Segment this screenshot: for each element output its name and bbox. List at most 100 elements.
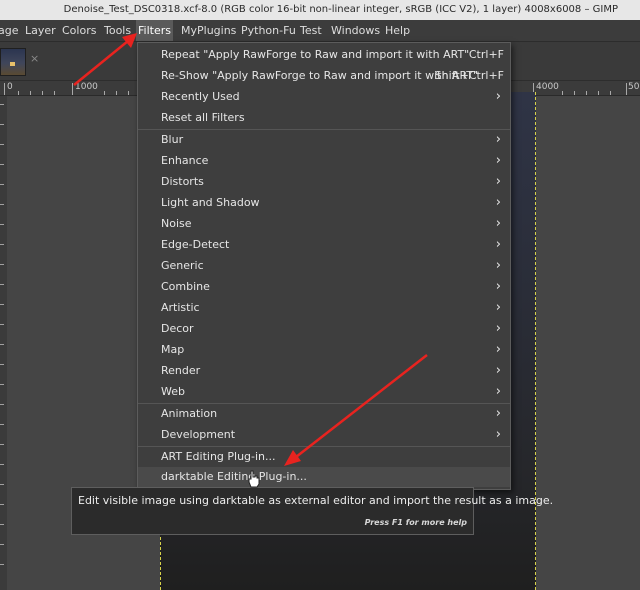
submenu-arrow-icon: › xyxy=(495,216,501,231)
menu-item-generic[interactable]: Generic › xyxy=(138,256,510,276)
ruler-label-5000: 50 xyxy=(628,82,640,92)
submenu-arrow-icon: › xyxy=(495,174,501,189)
ruler-tick xyxy=(0,324,4,325)
ruler-tick xyxy=(0,144,4,145)
menu-item-distorts[interactable]: Distorts › xyxy=(138,172,510,192)
menu-item-noise[interactable]: Noise › xyxy=(138,214,510,234)
ruler-tick xyxy=(574,91,575,95)
menu-layer[interactable]: Layer xyxy=(25,20,56,41)
hand-pointer-icon xyxy=(248,470,260,488)
menu-item-darktable-editing-plugin[interactable]: darktable Editing Plug-in... xyxy=(138,467,510,487)
menu-item-reset-all-filters[interactable]: Reset all Filters xyxy=(138,108,510,128)
thumbnail-light xyxy=(10,62,15,66)
ruler-tick xyxy=(562,91,563,95)
ruler-tick xyxy=(598,91,599,95)
menu-item-label: ART Editing Plug-in... xyxy=(161,450,276,463)
submenu-arrow-icon: › xyxy=(495,195,501,210)
ruler-tick xyxy=(0,544,4,545)
menu-windows[interactable]: Windows xyxy=(331,20,380,41)
submenu-arrow-icon: › xyxy=(495,89,501,104)
menu-item-label: Distorts xyxy=(161,175,204,188)
ruler-label-0: 0 xyxy=(7,82,13,92)
ruler-tick xyxy=(30,91,31,95)
menu-item-label: Re-Show "Apply RawForge to Raw and impor… xyxy=(161,69,479,82)
menu-item-label: Edge-Detect xyxy=(161,238,230,251)
menu-item-label: Decor xyxy=(161,322,194,335)
ruler-tick xyxy=(0,124,4,125)
menu-item-label: Development xyxy=(161,428,236,441)
menu-tools[interactable]: Tools xyxy=(104,20,131,41)
menu-colors[interactable]: Colors xyxy=(62,20,96,41)
menu-item-label: Reset all Filters xyxy=(161,111,245,124)
filters-dropdown-menu: Repeat "Apply RawForge to Raw and import… xyxy=(137,42,511,490)
ruler-tick xyxy=(586,91,587,95)
ruler-tick xyxy=(116,91,117,95)
ruler-tick xyxy=(0,424,4,425)
menu-item-label: Repeat "Apply RawForge to Raw and import… xyxy=(161,48,470,61)
menu-item-label: Animation xyxy=(161,407,218,420)
menu-item-artistic[interactable]: Artistic › xyxy=(138,298,510,318)
menu-item-label: Web xyxy=(161,385,185,398)
ruler-tick xyxy=(0,304,4,305)
menu-item-blur[interactable]: Blur › xyxy=(138,130,510,150)
ruler-tick xyxy=(54,91,55,95)
menu-item-animation[interactable]: Animation › xyxy=(138,404,510,424)
ruler-tick xyxy=(626,83,627,95)
menu-item-combine[interactable]: Combine › xyxy=(138,277,510,297)
submenu-arrow-icon: › xyxy=(495,384,501,399)
window-title: Denoise_Test_DSC0318.xcf-8.0 (RGB color … xyxy=(63,4,618,15)
ruler-tick xyxy=(0,564,4,565)
tooltip: Edit visible image using darktable as ex… xyxy=(71,487,553,535)
ruler-tick xyxy=(104,91,105,95)
menu-filters[interactable]: Filters xyxy=(136,20,173,41)
menu-item-shortcut: Ctrl+F xyxy=(468,48,504,61)
vertical-ruler[interactable] xyxy=(0,96,7,590)
menu-python-fu[interactable]: Python-Fu xyxy=(241,20,296,41)
menu-item-label: Noise xyxy=(161,217,192,230)
ruler-tick xyxy=(0,344,4,345)
submenu-arrow-icon: › xyxy=(495,300,501,315)
submenu-arrow-icon: › xyxy=(495,237,501,252)
submenu-arrow-icon: › xyxy=(495,342,501,357)
tooltip-help-hint: Press F1 for more help xyxy=(364,518,467,527)
menu-item-repeat-filter[interactable]: Repeat "Apply RawForge to Raw and import… xyxy=(138,45,510,65)
ruler-tick xyxy=(0,244,4,245)
submenu-arrow-icon: › xyxy=(495,427,501,442)
menu-item-label: Combine xyxy=(161,280,210,293)
menu-myplugins[interactable]: MyPlugins xyxy=(181,20,236,41)
menu-item-art-editing-plugin[interactable]: ART Editing Plug-in... xyxy=(138,447,510,467)
menu-image[interactable]: age xyxy=(0,20,19,41)
menu-item-recently-used[interactable]: Recently Used › xyxy=(138,87,510,107)
menu-item-label: Blur xyxy=(161,133,184,146)
image-tab-thumbnail[interactable] xyxy=(0,48,26,76)
menu-item-label: Artistic xyxy=(161,301,200,314)
menu-item-render[interactable]: Render › xyxy=(138,361,510,381)
menu-item-edge-detect[interactable]: Edge-Detect › xyxy=(138,235,510,255)
ruler-tick xyxy=(42,91,43,95)
ruler-tick xyxy=(0,204,4,205)
submenu-arrow-icon: › xyxy=(495,321,501,336)
ruler-tick xyxy=(4,83,5,95)
menu-item-map[interactable]: Map › xyxy=(138,340,510,360)
close-tab-icon[interactable]: × xyxy=(30,52,39,65)
ruler-tick xyxy=(0,384,4,385)
menu-item-label: Render xyxy=(161,364,201,377)
menu-help[interactable]: Help xyxy=(385,20,410,41)
ruler-tick xyxy=(0,484,4,485)
ruler-tick xyxy=(72,83,73,95)
submenu-arrow-icon: › xyxy=(495,279,501,294)
ruler-tick xyxy=(610,91,611,95)
menu-item-web[interactable]: Web › xyxy=(138,382,510,402)
menu-item-enhance[interactable]: Enhance › xyxy=(138,151,510,171)
menu-item-label: darktable Editing Plug-in... xyxy=(161,470,307,483)
ruler-tick xyxy=(18,91,19,95)
menu-item-development[interactable]: Development › xyxy=(138,425,510,445)
ruler-tick xyxy=(0,284,4,285)
menu-item-light-and-shadow[interactable]: Light and Shadow › xyxy=(138,193,510,213)
menu-item-reshow-filter[interactable]: Re-Show "Apply RawForge to Raw and impor… xyxy=(138,66,510,86)
menu-item-label: Generic xyxy=(161,259,204,272)
ruler-label-1000: 1000 xyxy=(75,82,98,92)
submenu-arrow-icon: › xyxy=(495,132,501,147)
menu-item-decor[interactable]: Decor › xyxy=(138,319,510,339)
menu-test[interactable]: Test xyxy=(300,20,322,41)
